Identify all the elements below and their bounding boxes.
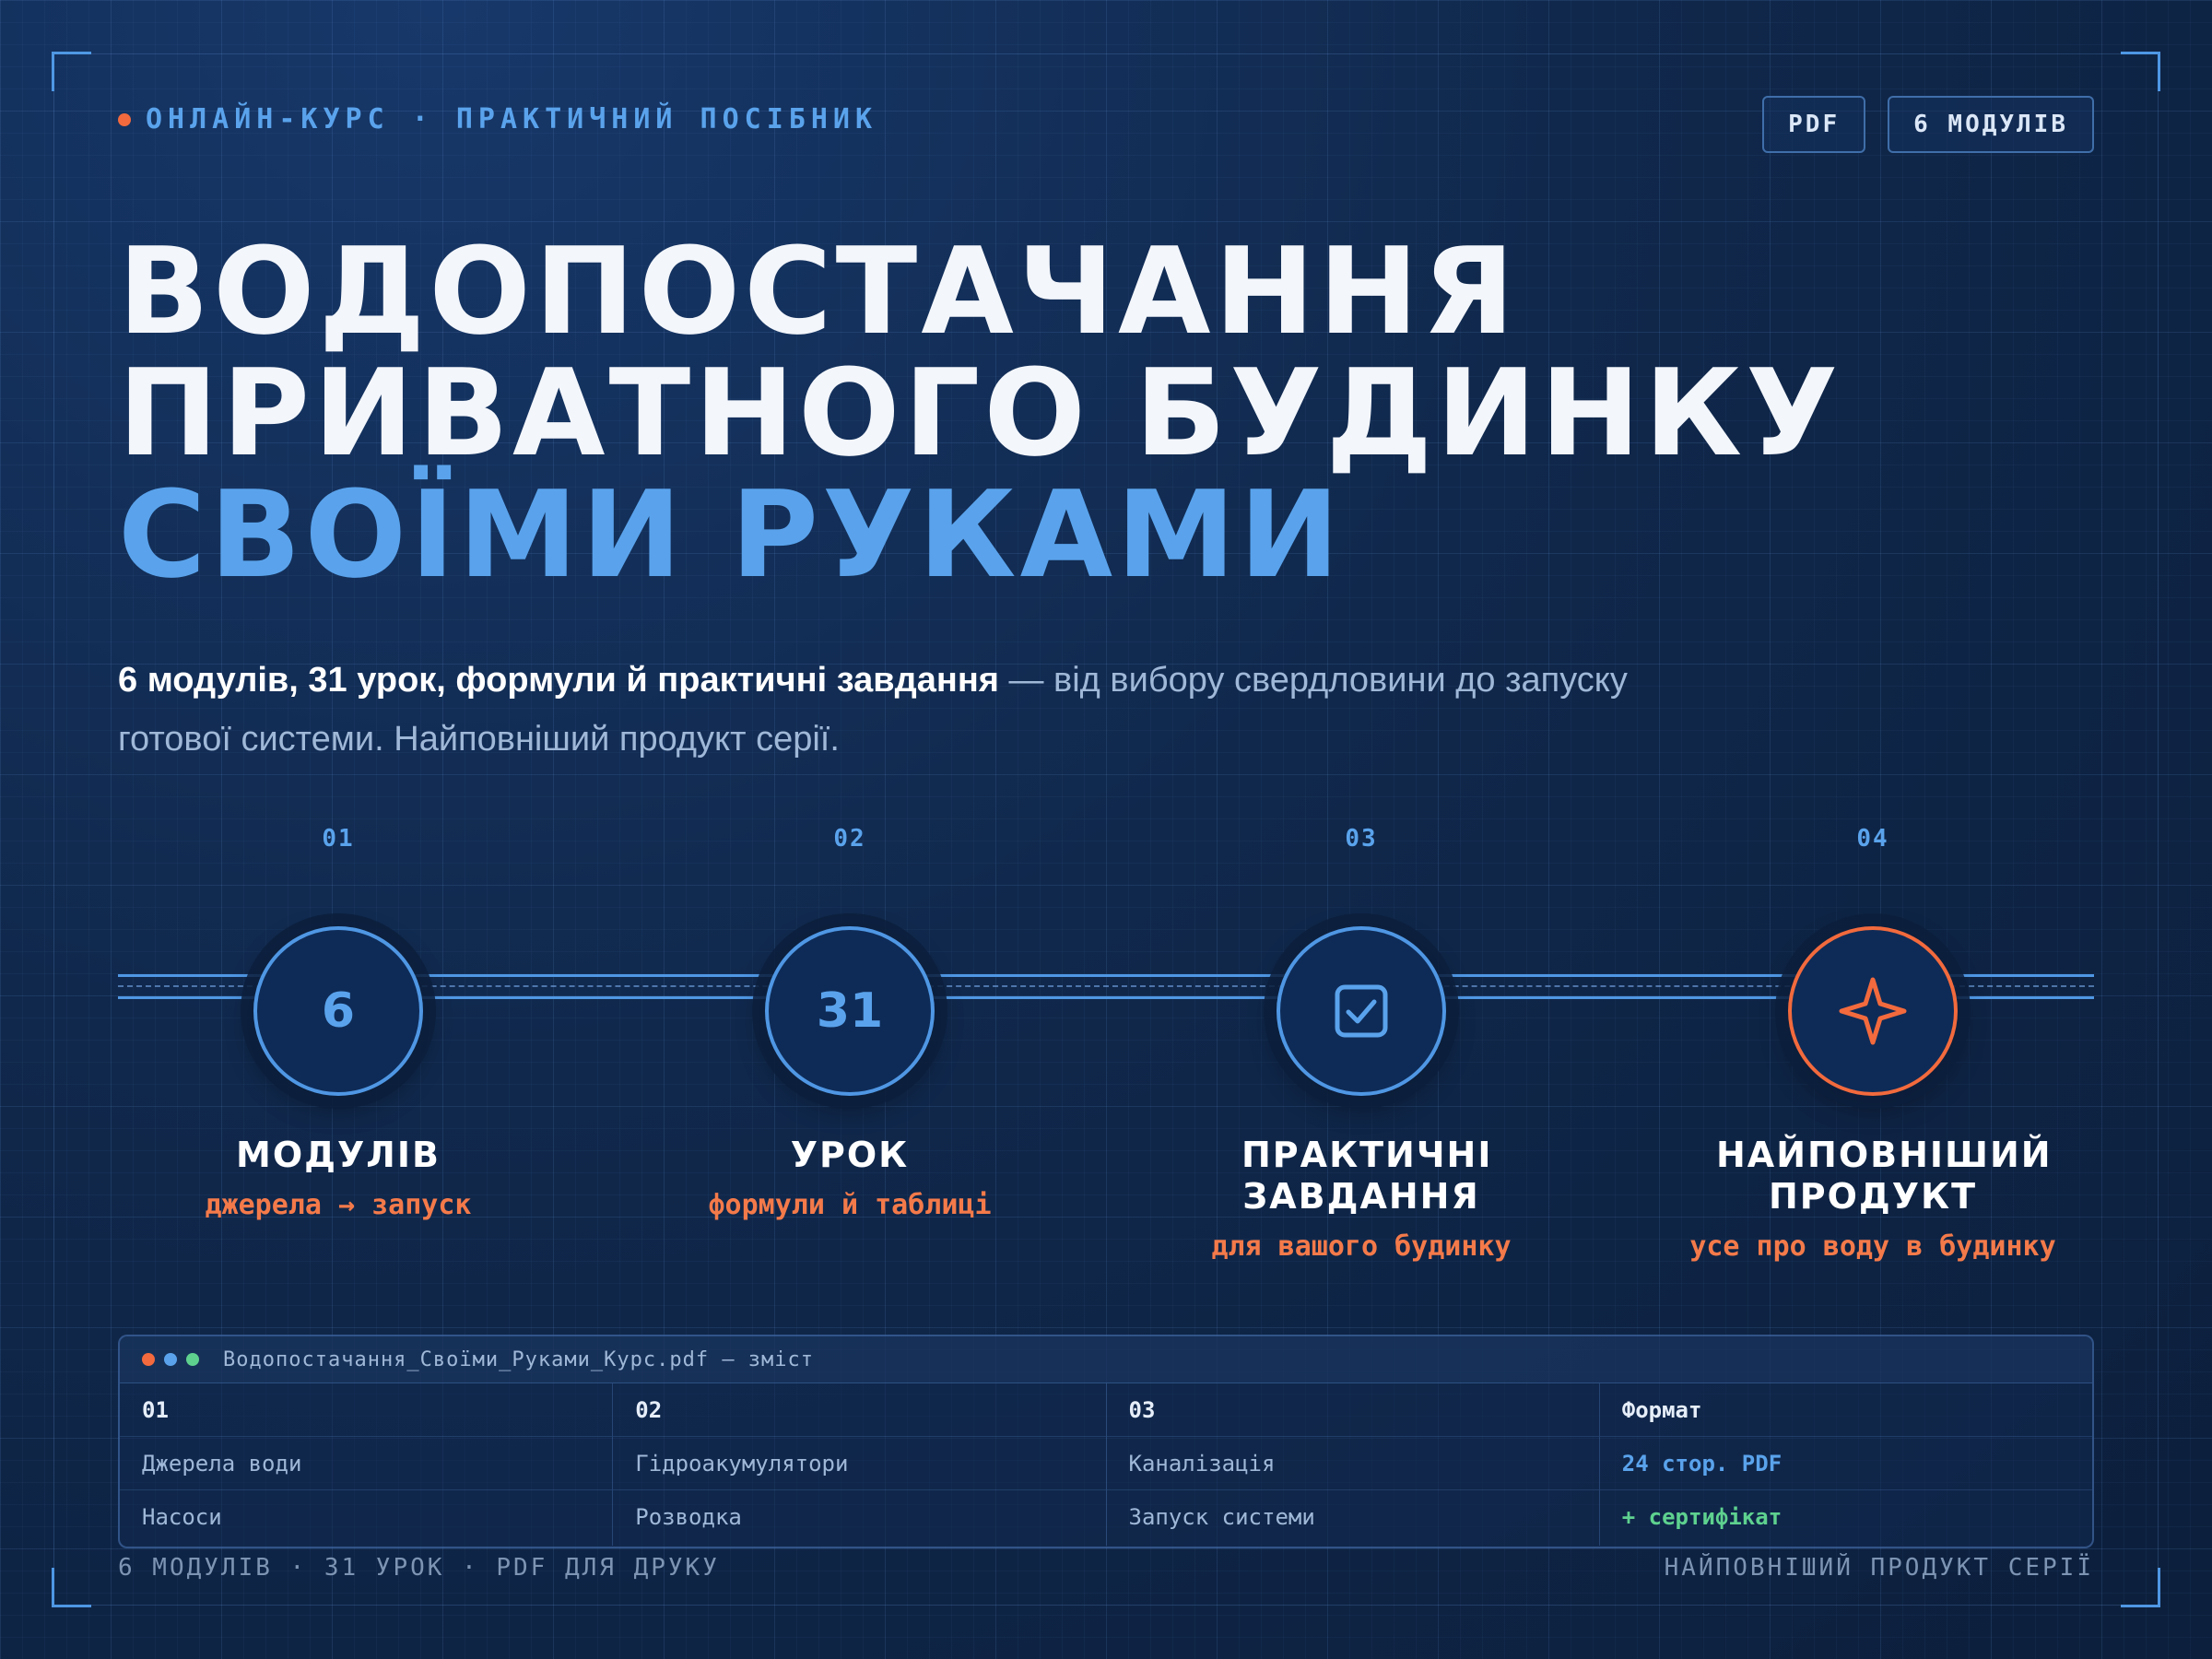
title-line-3: СВОЇМИ РУКАМИ: [118, 465, 1344, 605]
eyebrow: ОНЛАЙН-КУРС · ПРАКТИЧНИЙ ПОСІБНИК: [118, 103, 877, 135]
list-item: Гідроакумулятори: [613, 1437, 1106, 1490]
column-header: Формат: [1599, 1383, 2092, 1437]
window-dot-green-icon: [186, 1353, 199, 1366]
window-dot-red-icon: [142, 1353, 155, 1366]
title-line-1: ВОДОПОСТАЧАННЯ: [118, 221, 1519, 361]
corner-mark-top-right: [2121, 52, 2160, 91]
window-title: Водопостачання_Своїми_Руками_Курс.pdf — …: [223, 1347, 815, 1371]
step-subtitle: формули й таблиці: [708, 1189, 992, 1221]
step-subtitle: усе про воду в будинку: [1689, 1230, 2056, 1263]
sparkle-icon: [1839, 977, 1907, 1045]
step-product: 04 НАЙПОВНІШИЙ ПРОДУКТ усе про воду в бу…: [1618, 825, 2128, 1263]
contents-table: 01 Джерела води Насоси 02 Гідроакумулято…: [120, 1383, 2092, 1546]
corner-mark-top-left: [52, 52, 91, 91]
step-value: 6: [321, 983, 356, 1039]
contents-column: Формат 24 стор. PDF + сертифікат: [1598, 1383, 2092, 1546]
checkbox-icon: [1335, 984, 1388, 1038]
contents-column: 01 Джерела води Насоси: [120, 1383, 613, 1546]
lead-paragraph: 6 модулів, 31 урок, формули й практичні …: [118, 651, 1685, 769]
step-value: 31: [816, 983, 884, 1039]
footer-right: НАЙПОВНІШИЙ ПРОДУКТ СЕРІЇ: [1664, 1554, 2094, 1582]
column-header: 01: [120, 1383, 613, 1437]
footer-left: 6 МОДУЛІВ · 31 УРОК · PDF ДЛЯ ДРУКУ: [118, 1554, 720, 1582]
step-number: 04: [1856, 825, 1889, 853]
badge-modules: 6 МОДУЛІВ: [1888, 96, 2094, 153]
step-circle: [1277, 926, 1446, 1096]
title-line-2: ПРИВАТНОГО БУДИНКУ: [118, 343, 1842, 483]
list-item: Каналізація: [1106, 1437, 1599, 1490]
list-item: Розводка: [635, 1504, 742, 1530]
badge-group: PDF 6 МОДУЛІВ: [1762, 96, 2094, 153]
step-label: ПРАКТИЧНІ ЗАВДАННЯ: [1241, 1135, 1493, 1217]
list-item: + сертифікат: [1621, 1504, 1783, 1530]
contents-column: 02 Гідроакумулятори Розводка: [612, 1383, 1106, 1546]
step-label: УРОК: [790, 1135, 910, 1175]
page-title: ВОДОПОСТАЧАННЯ ПРИВАТНОГО БУДИНКУ СВОЇМИ…: [118, 230, 1841, 595]
contents-column: 03 Каналізація Запуск системи: [1105, 1383, 1599, 1546]
step-circle: 31: [765, 926, 935, 1096]
step-circle: [1788, 926, 1958, 1096]
contents-window: Водопостачання_Своїми_Руками_Курс.pdf — …: [118, 1335, 2094, 1548]
step-tasks: 03 ПРАКТИЧНІ ЗАВДАННЯ для вашого будинку: [1106, 825, 1617, 1263]
column-header: 02: [613, 1383, 1106, 1437]
list-item: Джерела води: [120, 1437, 613, 1490]
step-subtitle: джерела → запуск: [205, 1189, 472, 1221]
badge-format: PDF: [1762, 96, 1866, 153]
window-titlebar: Водопостачання_Своїми_Руками_Курс.pdf — …: [120, 1336, 2092, 1383]
step-subtitle: для вашого будинку: [1211, 1230, 1512, 1263]
list-item: 24 стор. PDF: [1599, 1437, 2092, 1490]
step-number: 02: [833, 825, 866, 853]
step-label: НАЙПОВНІШИЙ ПРОДУКТ: [1716, 1135, 2053, 1217]
corner-mark-bottom-right: [2121, 1568, 2160, 1607]
step-label: МОДУЛІВ: [236, 1135, 441, 1175]
step-number: 03: [1345, 825, 1378, 853]
list-item: Запуск системи: [1128, 1504, 1315, 1530]
step-modules: 01 6 МОДУЛІВ джерела → запуск: [83, 825, 594, 1221]
step-lessons: 02 31 УРОК формули й таблиці: [594, 825, 1105, 1221]
corner-mark-bottom-left: [52, 1568, 91, 1607]
step-circle: 6: [253, 926, 423, 1096]
list-item: Насоси: [142, 1504, 222, 1530]
eyebrow-text: ОНЛАЙН-КУРС · ПРАКТИЧНИЙ ПОСІБНИК: [146, 103, 878, 135]
window-dot-blue-icon: [164, 1353, 177, 1366]
status-dot-icon: [118, 112, 131, 126]
step-number: 01: [322, 825, 355, 853]
lead-bold: 6 модулів, 31 урок, формули й практичні …: [118, 661, 999, 700]
column-header: 03: [1106, 1383, 1599, 1437]
